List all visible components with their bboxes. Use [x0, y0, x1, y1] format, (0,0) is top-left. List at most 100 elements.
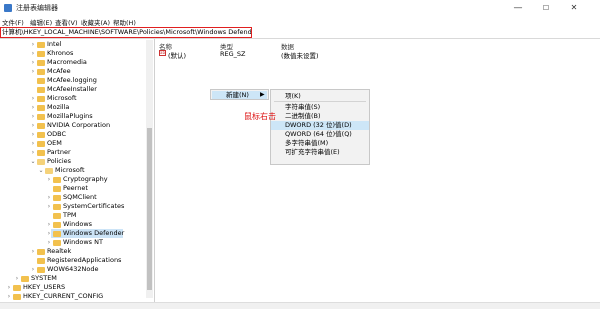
folder-icon [53, 186, 61, 192]
chevron-right-icon[interactable]: › [30, 247, 36, 256]
chevron-right-icon[interactable]: › [30, 40, 36, 49]
tree-item-tpm[interactable]: TPM [0, 211, 146, 220]
chevron-right-icon[interactable]: › [30, 58, 36, 67]
registry-tree[interactable]: › Intel › Khronos › Macromedia › McAfee … [0, 40, 154, 302]
submenu-item-binary-value[interactable]: 二进制值(B) [271, 112, 369, 121]
tree-item-registeredapplications[interactable]: RegisteredApplications [0, 256, 146, 265]
tree-item-label: Intel [47, 40, 62, 48]
chevron-right-icon[interactable]: › [46, 229, 52, 238]
folder-icon [53, 222, 61, 228]
submenu-item-key[interactable]: 项(K) [271, 92, 369, 101]
right-click-annotation: 鼠标右击 [244, 112, 276, 121]
tree-item-partner[interactable]: › Partner [0, 148, 146, 157]
chevron-down-icon[interactable]: ⌄ [30, 157, 36, 166]
submenu-arrow-icon: ▶ [260, 91, 265, 98]
tree-item-mcafee[interactable]: › McAfee [0, 67, 146, 76]
chevron-right-icon[interactable]: › [30, 112, 36, 121]
tree-item-wow6432node[interactable]: › WOW6432Node [0, 265, 146, 274]
chevron-right-icon[interactable]: › [6, 292, 12, 301]
chevron-right-icon[interactable]: › [46, 202, 52, 211]
folder-icon [53, 195, 61, 201]
folder-icon [37, 42, 45, 48]
folder-icon [37, 132, 45, 138]
chevron-right-icon[interactable]: › [30, 148, 36, 157]
chevron-right-icon[interactable]: › [30, 139, 36, 148]
regedit-app-icon [4, 4, 12, 12]
maximize-button[interactable]: ☐ [535, 2, 557, 14]
tree-item-policies[interactable]: ⌄ Policies [0, 157, 146, 166]
tree-item-policies-microsoft[interactable]: ⌄ Microsoft [0, 166, 146, 175]
submenu-item-qword-value[interactable]: QWORD (64 位)值(Q) [271, 130, 369, 139]
folder-icon [37, 123, 45, 129]
tree-item-nvidia[interactable]: › NVIDIA Corporation [0, 121, 146, 130]
tree-item-mozillaplugins[interactable]: › MozillaPlugins [0, 112, 146, 121]
tree-item-system[interactable]: › SYSTEM [0, 274, 146, 283]
chevron-right-icon[interactable]: › [30, 103, 36, 112]
chevron-right-icon[interactable]: › [6, 283, 12, 292]
chevron-right-icon[interactable]: › [46, 220, 52, 229]
tree-item-label: NVIDIA Corporation [47, 121, 111, 129]
tree-scrollbar-thumb[interactable] [147, 128, 152, 290]
menu-file[interactable]: 文件(F) [2, 17, 24, 27]
tree-item-mcafee-logging[interactable]: McAfee.logging [0, 76, 146, 85]
address-bar[interactable]: 计算机\HKEY_LOCAL_MACHINE\SOFTWARE\Policies… [0, 27, 252, 38]
tree-item-hkey-current-config[interactable]: › HKEY_CURRENT_CONFIG [0, 292, 146, 301]
submenu-item-string-value[interactable]: 字符串值(S) [271, 103, 369, 112]
chevron-right-icon[interactable]: › [30, 67, 36, 76]
chevron-right-icon[interactable]: › [30, 121, 36, 130]
tree-item-label: Realtek [47, 247, 72, 255]
folder-icon [37, 69, 45, 75]
folder-icon [37, 96, 45, 102]
tree-item-macromedia[interactable]: › Macromedia [0, 58, 146, 67]
folder-open-icon [37, 159, 45, 165]
chevron-right-icon[interactable]: › [30, 49, 36, 58]
tree-item-microsoft[interactable]: › Microsoft [0, 94, 146, 103]
tree-item-label: MozillaPlugins [47, 112, 93, 120]
chevron-right-icon[interactable]: › [46, 238, 52, 247]
tree-item-oem[interactable]: › OEM [0, 139, 146, 148]
folder-icon [37, 114, 45, 120]
tree-item-mcafee-installer[interactable]: McAfeeInstaller [0, 85, 146, 94]
submenu-item-dword-value[interactable]: DWORD (32 位)值(D) [271, 121, 369, 130]
tree-item-hkey-users[interactable]: › HKEY_USERS [0, 283, 146, 292]
tree-item-mozilla[interactable]: › Mozilla [0, 103, 146, 112]
pane-divider[interactable] [154, 39, 155, 304]
chevron-right-icon[interactable]: › [30, 265, 36, 274]
chevron-right-icon[interactable]: › [30, 94, 36, 103]
tree-item-cryptography[interactable]: › Cryptography [0, 175, 146, 184]
chevron-right-icon[interactable]: › [30, 130, 36, 139]
title-bar: 注册表编辑器 — ☐ ✕ [0, 0, 600, 16]
chevron-right-icon[interactable]: › [46, 193, 52, 202]
tree-item-odbc[interactable]: › ODBC [0, 130, 146, 139]
tree-item-label: Microsoft [47, 94, 77, 102]
menu-bar: 文件(F) 编辑(E) 查看(V) 收藏夹(A) 帮助(H) [0, 17, 600, 27]
menu-view[interactable]: 查看(V) [55, 17, 78, 27]
submenu-item-expandable-string-value[interactable]: 可扩充字符串值(E) [271, 148, 369, 157]
tree-item-label: Peernet [63, 184, 88, 192]
tree-item-peernet[interactable]: Peernet [0, 184, 146, 193]
tree-item-label: Khronos [47, 49, 74, 57]
context-menu: 新建(N) ▶ [210, 89, 269, 100]
folder-icon [37, 87, 45, 93]
tree-item-realtek[interactable]: › Realtek [0, 247, 146, 256]
close-button[interactable]: ✕ [563, 2, 585, 14]
tree-item-label: SQMClient [63, 193, 97, 201]
tree-item-intel[interactable]: › Intel [0, 40, 146, 49]
chevron-right-icon[interactable]: › [14, 274, 20, 283]
tree-item-khronos[interactable]: › Khronos [0, 49, 146, 58]
tree-item-label: RegisteredApplications [47, 256, 122, 264]
minimize-button[interactable]: — [507, 2, 529, 14]
chevron-right-icon[interactable]: › [46, 175, 52, 184]
tree-item-windows-nt[interactable]: › Windows NT [0, 238, 146, 247]
context-menu-new[interactable]: 新建(N) ▶ [212, 91, 267, 99]
tree-item-windows-defender[interactable]: › Windows Defender [48, 229, 124, 238]
chevron-down-icon[interactable]: ⌄ [38, 166, 44, 175]
tree-item-windows[interactable]: › Windows [0, 220, 146, 229]
submenu-item-multi-string-value[interactable]: 多字符串值(M) [271, 139, 369, 148]
tree-item-systemcertificates[interactable]: › SystemCertificates [0, 202, 146, 211]
menu-favorites[interactable]: 收藏夹(A) [81, 17, 110, 27]
menu-edit[interactable]: 编辑(E) [30, 17, 52, 27]
window-title: 注册表编辑器 [16, 4, 58, 12]
tree-item-sqmclient[interactable]: › SQMClient [0, 193, 146, 202]
menu-help[interactable]: 帮助(H) [113, 17, 136, 27]
